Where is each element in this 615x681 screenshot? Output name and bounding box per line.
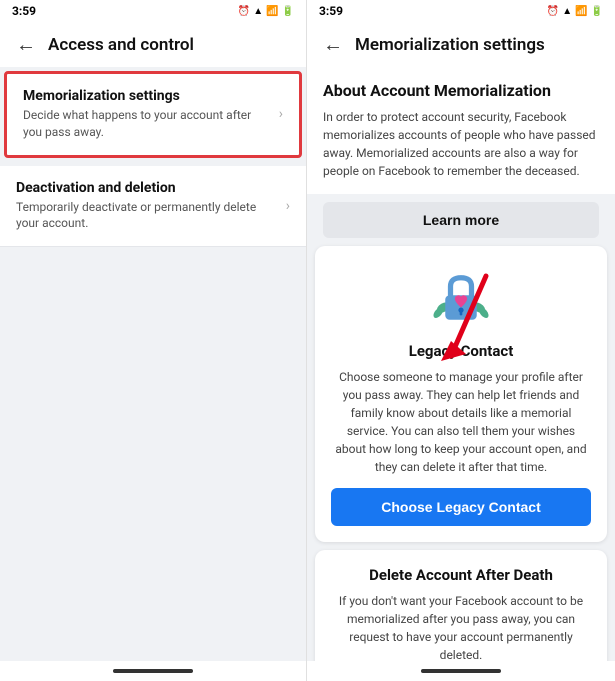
right-page-title: Memorialization settings	[355, 35, 545, 55]
right-back-button[interactable]: ←	[323, 32, 343, 57]
deactivation-desc: Temporarily deactivate or permanently de…	[16, 199, 278, 233]
right-home-indicator	[307, 661, 615, 681]
left-time: 3:59	[12, 4, 36, 18]
right-scroll-content[interactable]: About Account Memorialization In order t…	[307, 67, 615, 661]
right-panel: 3:59 ⏰ ▲ 📶 🔋 ← Memorialization settings …	[307, 0, 615, 681]
left-home-indicator	[0, 661, 306, 681]
left-home-bar	[113, 669, 193, 673]
right-status-icons: ⏰ ▲ 📶 🔋	[547, 6, 603, 17]
left-page-title: Access and control	[48, 35, 194, 55]
delete-card-title: Delete Account After Death	[331, 566, 591, 584]
memorialization-chevron-icon: ›	[279, 106, 283, 122]
right-signal-icon: 📶	[575, 6, 587, 17]
right-nav-header: ← Memorialization settings	[307, 22, 615, 67]
alarm-icon: ⏰	[238, 6, 250, 17]
legacy-contact-card: Legacy Contact Choose someone to manage …	[315, 246, 607, 542]
battery-icon: 🔋	[282, 6, 294, 17]
about-title: About Account Memorialization	[323, 81, 599, 100]
legacy-card-text: Choose someone to manage your profile af…	[331, 368, 591, 476]
memorialization-content: Memorialization settings Decide what hap…	[23, 88, 279, 141]
delete-card-text: If you don't want your Facebook account …	[331, 592, 591, 661]
deactivation-title: Deactivation and deletion	[16, 180, 278, 196]
learn-more-button[interactable]: Learn more	[323, 202, 599, 238]
right-wifi-icon: ▲	[562, 6, 572, 17]
deactivation-chevron-icon: ›	[286, 198, 290, 214]
right-time: 3:59	[319, 4, 343, 18]
left-status-bar: 3:59 ⏰ ▲ 📶 🔋	[0, 0, 306, 22]
right-status-bar: 3:59 ⏰ ▲ 📶 🔋	[307, 0, 615, 22]
deactivation-section: Deactivation and deletion Temporarily de…	[0, 166, 306, 248]
wifi-icon: ▲	[253, 6, 263, 17]
left-status-icons: ⏰ ▲ 📶 🔋	[238, 6, 294, 17]
legacy-card-title: Legacy Contact	[331, 342, 591, 360]
left-back-button[interactable]: ←	[16, 32, 36, 57]
lock-icon	[426, 262, 496, 332]
right-home-bar	[421, 669, 501, 673]
delete-account-card: Delete Account After Death If you don't …	[315, 550, 607, 661]
memorialization-settings-item[interactable]: Memorialization settings Decide what hap…	[4, 71, 302, 158]
deactivation-settings-item[interactable]: Deactivation and deletion Temporarily de…	[0, 166, 306, 248]
left-settings-list: Memorialization settings Decide what hap…	[0, 67, 306, 661]
legacy-card-wrapper: Legacy Contact Choose someone to manage …	[307, 246, 615, 542]
right-alarm-icon: ⏰	[547, 6, 559, 17]
deactivation-content: Deactivation and deletion Temporarily de…	[16, 180, 286, 233]
about-text: In order to protect account security, Fa…	[323, 108, 599, 180]
memorialization-title: Memorialization settings	[23, 88, 271, 104]
left-panel: 3:59 ⏰ ▲ 📶 🔋 ← Access and control Memori…	[0, 0, 307, 681]
about-section: About Account Memorialization In order t…	[307, 67, 615, 194]
memorialization-desc: Decide what happens to your account afte…	[23, 107, 271, 141]
choose-legacy-contact-button[interactable]: Choose Legacy Contact	[331, 488, 591, 526]
right-battery-icon: 🔋	[591, 6, 603, 17]
signal-icon: 📶	[266, 6, 278, 17]
legacy-icon-area	[331, 262, 591, 332]
left-nav-header: ← Access and control	[0, 22, 306, 67]
